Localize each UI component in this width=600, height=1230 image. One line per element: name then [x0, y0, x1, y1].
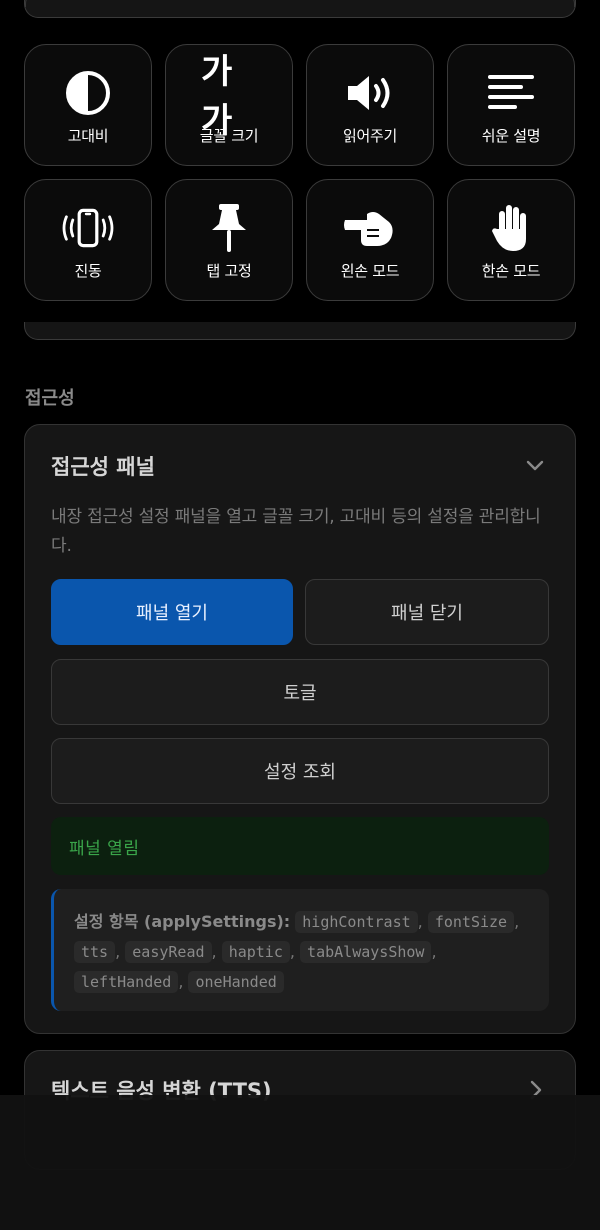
tile-tab-pin[interactable]: 탭 고정	[165, 179, 293, 301]
chevron-down-icon[interactable]	[525, 455, 545, 475]
tile-label: 글꼴 크기	[199, 126, 259, 145]
setting-code: tts	[74, 941, 116, 963]
left-hand-point-icon	[342, 200, 398, 256]
setting-code: oneHanded	[188, 971, 284, 993]
open-panel-button[interactable]: 패널 열기	[51, 579, 293, 645]
font-size-icon: 가가	[201, 52, 257, 141]
tile-easy-read[interactable]: 쉬운 설명	[447, 44, 575, 166]
tile-read-aloud[interactable]: 읽어주기	[306, 44, 434, 166]
tile-label: 고대비	[67, 126, 109, 145]
tile-high-contrast[interactable]: 고대비	[24, 44, 152, 166]
lines-icon	[483, 65, 539, 121]
setting-code: easyRead	[125, 941, 212, 963]
accessibility-tile-grid: 고대비 가가 글꼴 크기 읽어주기 쉬운 설명 진동 탭 고정 왼손 모드 한손…	[24, 44, 575, 301]
tile-label: 진동	[74, 261, 102, 280]
bottom-overlay	[0, 1095, 600, 1230]
query-settings-button[interactable]: 설정 조회	[51, 738, 549, 804]
tile-label: 한손 모드	[481, 261, 541, 280]
vibration-phone-icon	[60, 200, 116, 256]
quick-panel-bottom-edge	[24, 322, 576, 340]
status-message: 패널 열림	[51, 817, 549, 875]
accessibility-quick-panel: 고대비 가가 글꼴 크기 읽어주기 쉬운 설명 진동 탭 고정 왼손 모드 한손…	[0, 18, 600, 324]
speaker-icon	[342, 65, 398, 121]
card-title: 접근성 패널	[51, 455, 155, 479]
close-panel-button[interactable]: 패널 닫기	[305, 579, 549, 645]
setting-code: haptic	[221, 941, 290, 963]
tile-font-size[interactable]: 가가 글꼴 크기	[165, 44, 293, 166]
tile-label: 왼손 모드	[340, 261, 400, 280]
contrast-icon	[60, 65, 116, 121]
settings-info-box: 설정 항목 (applySettings): highContrast, fon…	[51, 889, 549, 1011]
setting-code: leftHanded	[74, 971, 179, 993]
accessibility-panel-card: 접근성 패널 내장 접근성 설정 패널을 열고 글꼴 크기, 고대비 등의 설정…	[24, 424, 576, 1034]
top-panel-edge	[24, 0, 576, 18]
card-description: 내장 접근성 설정 패널을 열고 글꼴 크기, 고대비 등의 설정을 관리합니다…	[51, 507, 541, 556]
info-label: 설정 항목 (applySettings):	[74, 912, 291, 931]
toggle-button[interactable]: 토글	[51, 659, 549, 725]
tile-vibration[interactable]: 진동	[24, 179, 152, 301]
section-title: 접근성	[25, 388, 75, 409]
pin-icon	[201, 200, 257, 256]
tile-one-handed[interactable]: 한손 모드	[447, 179, 575, 301]
setting-code: highContrast	[295, 911, 418, 933]
hand-icon	[483, 200, 539, 256]
tile-label: 쉬운 설명	[481, 126, 541, 145]
setting-code: tabAlwaysShow	[300, 941, 432, 963]
tile-left-handed[interactable]: 왼손 모드	[306, 179, 434, 301]
tile-label: 읽어주기	[342, 126, 397, 145]
setting-code: fontSize	[427, 911, 515, 933]
tile-label: 탭 고정	[206, 261, 252, 280]
